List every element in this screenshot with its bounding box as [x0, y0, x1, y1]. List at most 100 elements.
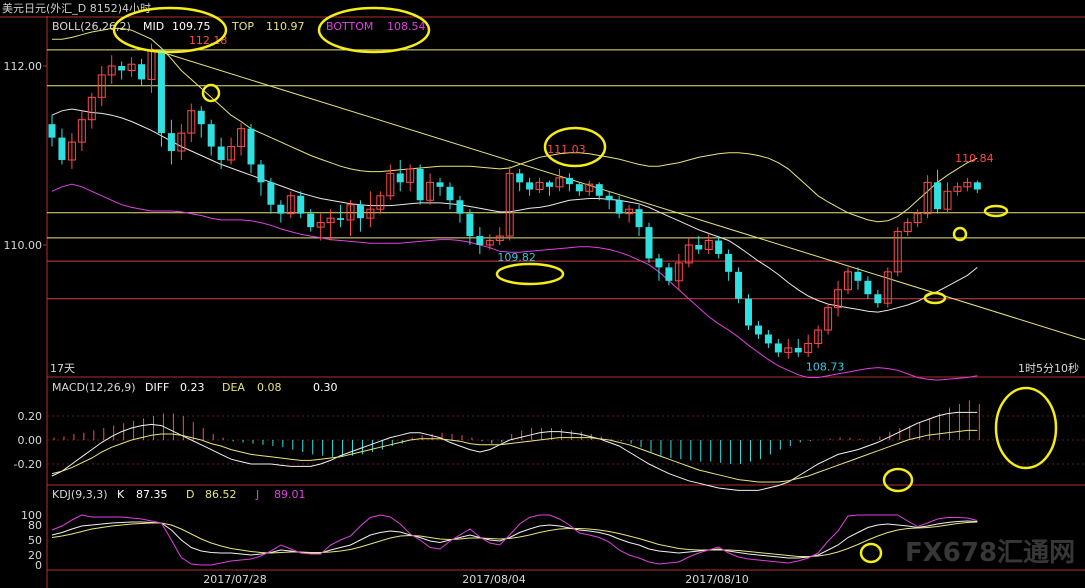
x-tick-label: 2017/08/10	[685, 573, 748, 586]
macd-diff-line	[51, 411, 978, 491]
candle-body-down	[118, 66, 126, 71]
boll-mid-value: 109.75	[172, 20, 211, 33]
chart-window: 美元日元(外汇_D 8152)4小时 BOLL(26,26,2) MID 109…	[0, 0, 1085, 588]
candle-body-down	[456, 200, 464, 214]
timer-label: 1时5分10秒	[1018, 361, 1079, 375]
candle-body-down	[58, 137, 66, 160]
kdj-y-tick-label: 50	[28, 534, 42, 547]
macd-value: 0.30	[313, 381, 338, 394]
candle-body-down	[277, 204, 285, 214]
macd-y-tick-label: -0.20	[14, 458, 42, 471]
boll-top-line	[52, 27, 978, 223]
candle-body-down	[446, 186, 454, 201]
highlight-circle	[495, 262, 565, 286]
candle-body-down	[207, 124, 215, 147]
kdj-d-value: 86.52	[205, 488, 237, 501]
price-annotation: 110.84	[955, 152, 994, 165]
candle-body-down	[715, 240, 723, 254]
macd-label: MACD(12,26,9)	[52, 381, 136, 394]
macd-dea-value: 0.08	[257, 381, 282, 394]
candle-body-down	[655, 258, 663, 268]
boll-top-label: TOP	[231, 20, 254, 33]
candle-body-down	[635, 209, 643, 228]
chart-canvas: 美元日元(外汇_D 8152)4小时 BOLL(26,26,2) MID 109…	[0, 2, 1085, 588]
macd-diff-value: 0.23	[180, 381, 205, 394]
candle-body-down	[735, 271, 743, 299]
kdj-y-tick-label: 80	[28, 519, 42, 532]
candle-body-down	[665, 267, 673, 281]
candle-body-down	[725, 253, 733, 272]
boll-bottom-value: 108.54	[387, 20, 426, 33]
price-y-tick-label: 112.00	[4, 60, 43, 73]
window-title: 美元日元(外汇_D 8152)4小时	[2, 2, 151, 15]
candle-body-down	[605, 195, 613, 201]
candle-body-down	[615, 200, 623, 214]
candle-body-down	[356, 204, 364, 219]
candle-body-down	[267, 182, 275, 205]
kdj-label: KDJ(9,3,3)	[52, 488, 108, 501]
candle-body-down	[745, 298, 752, 326]
macd-dea-label: DEA	[222, 381, 245, 394]
boll-bottom-label: BOTTOM	[326, 20, 373, 33]
candle-body-down	[934, 182, 942, 210]
candle-body-down	[645, 227, 653, 259]
candle-body-down	[794, 347, 802, 353]
candle-body-down	[466, 213, 474, 237]
kdj-k-value: 87.35	[136, 488, 168, 501]
candle-body-down	[157, 49, 165, 134]
price-annotation: 108.73	[806, 361, 845, 374]
boll-top-value: 110.97	[266, 20, 305, 33]
candle-body-down	[307, 213, 315, 228]
price-annotation: 109.82	[497, 251, 536, 264]
candle-body-down	[526, 182, 534, 190]
kdj-k-line	[51, 520, 978, 559]
candle-body-down	[774, 343, 782, 353]
x-tick-label: 2017/07/28	[203, 573, 266, 586]
candle-body-down	[167, 133, 175, 152]
candle-body-down	[854, 271, 862, 281]
highlight-circle	[994, 386, 1058, 470]
highlight-circle	[923, 291, 947, 305]
candle-body-down	[337, 218, 345, 220]
highlight-circle	[859, 542, 883, 564]
candle-body-down	[973, 182, 981, 190]
price-annotation: 111.03	[547, 143, 586, 156]
candle-body-down	[396, 173, 404, 183]
kdj-y-tick-label: 0	[35, 559, 42, 572]
x-tick-label: 2017/08/04	[462, 573, 525, 586]
candle-body-down	[764, 334, 772, 344]
highlight-circle	[983, 204, 1009, 218]
candle-body-down	[754, 325, 762, 335]
price-y-tick-label: 110.00	[4, 239, 43, 252]
macd-y-tick-label: 0.00	[18, 434, 43, 447]
kdj-j-line	[51, 514, 978, 566]
period-label: 17天	[50, 362, 75, 375]
candle-body-down	[575, 184, 583, 192]
macd-y-tick-label: 0.20	[18, 410, 43, 423]
candle-body-down	[864, 280, 872, 295]
candle-body-down	[217, 146, 225, 160]
candle-body-down	[436, 182, 444, 187]
candle-body-down	[595, 184, 603, 196]
highlight-circle	[882, 467, 914, 493]
macd-diff-label: DIFF	[145, 381, 169, 394]
candle-body-down	[257, 164, 265, 183]
kdj-j-value: 89.01	[274, 488, 306, 501]
candle-body-down	[476, 236, 484, 245]
candle-body-down	[297, 195, 305, 214]
candle-body-down	[565, 177, 573, 185]
candle-body-down	[874, 294, 882, 304]
candle-body-down	[197, 110, 205, 125]
candle-body-down	[138, 64, 146, 80]
kdj-d-line	[51, 521, 978, 557]
watermark-logo: FX678汇通网	[905, 538, 1075, 568]
boll-mid-label: MID	[143, 20, 164, 33]
kdj-d-label: D	[186, 488, 194, 501]
candle-body-down	[546, 182, 553, 187]
candle-body-down	[247, 128, 255, 165]
candle-body-down	[516, 173, 524, 183]
highlight-circle	[201, 83, 221, 103]
kdj-j-label: J	[255, 488, 259, 501]
candle-body-down	[695, 245, 703, 250]
kdj-k-label: K	[117, 488, 125, 501]
